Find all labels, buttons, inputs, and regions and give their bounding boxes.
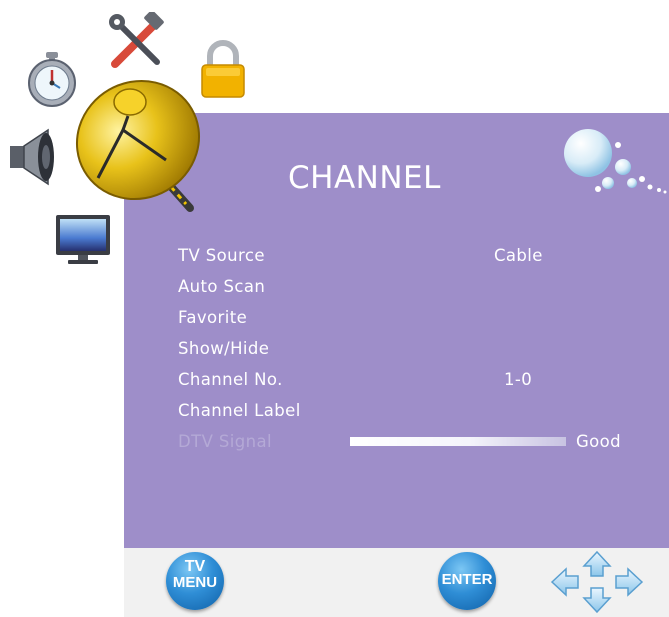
menu-item-label: Auto Scan (178, 277, 266, 296)
speaker-icon[interactable] (6, 126, 60, 188)
menu-item-tv-source[interactable]: TV Source Cable (178, 246, 638, 277)
enter-button[interactable]: ENTER (438, 552, 496, 610)
tv-menu-button[interactable]: TV MENU (166, 552, 224, 610)
menu-item-label: Channel No. (178, 370, 283, 389)
menu-item-label: Favorite (178, 308, 248, 327)
menu-item-auto-scan[interactable]: Auto Scan (178, 277, 638, 308)
signal-strength-bar (350, 437, 566, 446)
menu-item-label: Show/Hide (178, 339, 270, 358)
signal-quality-value: Good (576, 432, 622, 451)
tools-icon[interactable] (107, 12, 167, 70)
enter-label: ENTER (441, 571, 493, 588)
menu-item-channel-no[interactable]: Channel No. 1-0 (178, 370, 638, 401)
arrow-keys-icon[interactable] (548, 550, 646, 614)
monitor-icon[interactable] (54, 213, 112, 267)
menu-item-channel-label[interactable]: Channel Label (178, 401, 638, 432)
menu-item-favorite[interactable]: Favorite (178, 308, 638, 339)
menu-item-value: Cable (494, 246, 543, 265)
tv-menu-label-line2: MENU (172, 574, 218, 591)
menu-item-dtv-signal: DTV Signal Good (178, 432, 638, 463)
menu-item-label: TV Source (178, 246, 265, 265)
menu-title: CHANNEL (288, 160, 441, 196)
menu-item-label: Channel Label (178, 401, 301, 420)
satellite-dish-icon[interactable] (68, 68, 208, 218)
menu-item-label: DTV Signal (178, 432, 273, 451)
menu-item-value: 1-0 (504, 370, 533, 389)
menu-item-show-hide[interactable]: Show/Hide (178, 339, 638, 370)
channel-menu-list: TV Source Cable Auto Scan Favorite Show/… (178, 246, 638, 463)
bubbles-decoration (564, 129, 667, 194)
